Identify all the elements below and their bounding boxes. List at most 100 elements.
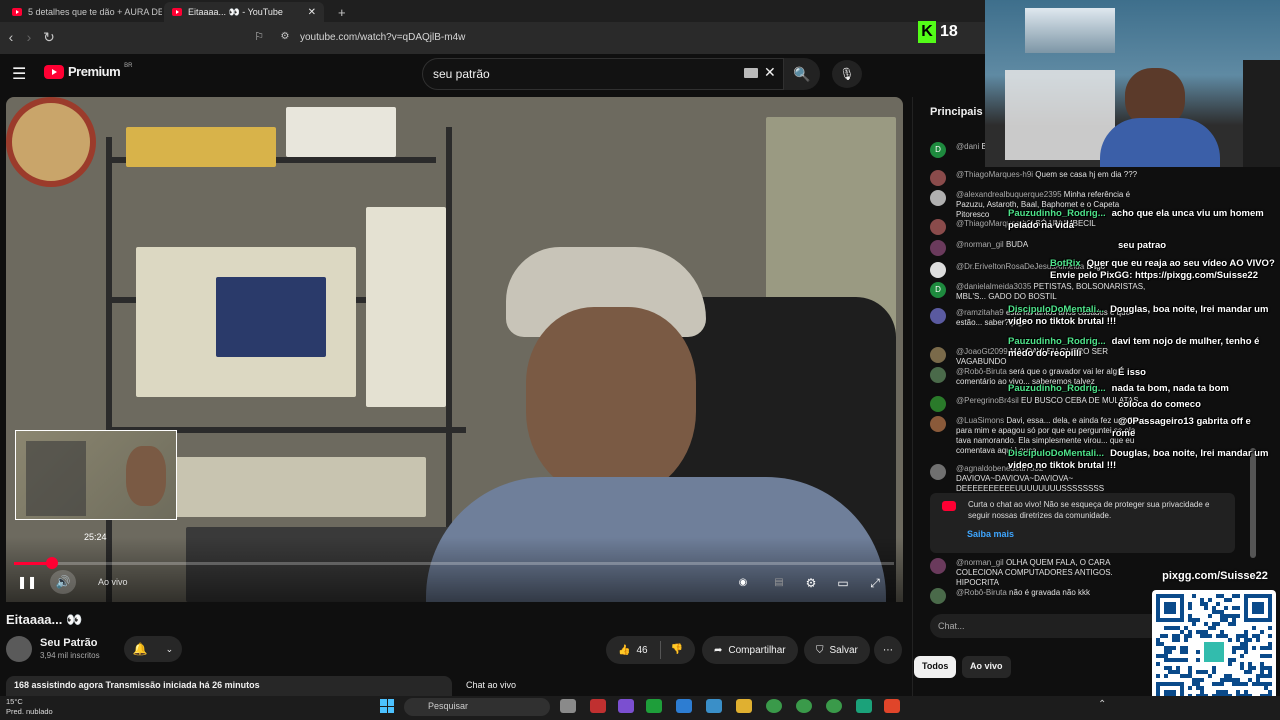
pause-icon[interactable]: ❚❚ xyxy=(14,570,40,594)
chat-author[interactable]: @alexandrealbuquerque2395 xyxy=(956,190,1062,199)
clear-search-icon[interactable]: ✕ xyxy=(764,64,776,81)
chat-author[interactable]: @LuaSimons xyxy=(956,416,1004,425)
windows-start-icon[interactable] xyxy=(380,699,394,713)
chat-avatar[interactable] xyxy=(930,219,946,235)
chat-author[interactable]: @norman_gil xyxy=(956,240,1004,249)
share-button[interactable]: ➦ Compartilhar xyxy=(702,636,798,664)
save-label: Salvar xyxy=(829,644,858,656)
chat-avatar[interactable] xyxy=(930,262,946,278)
chat-avatar[interactable] xyxy=(930,588,946,604)
live-indicator[interactable]: Ao vivo xyxy=(98,570,128,594)
chat-avatar[interactable] xyxy=(930,416,946,432)
learn-more-link[interactable]: Saiba mais xyxy=(967,529,1014,539)
tab-title: 5 detalhes que te dão + AURA DE H xyxy=(28,7,162,17)
weather-widget[interactable]: 15°C Pred. nublado xyxy=(6,697,53,717)
share-label: Compartilhar xyxy=(728,644,786,656)
fullscreen-icon[interactable]: ⤢ xyxy=(866,571,884,595)
bookmark-icon[interactable]: ⚐ xyxy=(250,28,268,46)
video-info-box[interactable]: 168 assistindo agora Transmissão iniciad… xyxy=(6,676,452,696)
chat-author[interactable]: @ThiagoMarques-h9i xyxy=(956,170,1033,179)
url-field[interactable]: youtube.com/watch?v=qDAQjlB-m4w xyxy=(290,26,890,50)
chat-author[interactable]: @ramzitaha9 xyxy=(956,308,1004,317)
chat-avatar[interactable]: D xyxy=(930,142,946,158)
chat-avatar[interactable] xyxy=(930,240,946,256)
chat-author[interactable]: @danielalmeida3035 xyxy=(956,282,1031,291)
chat-message: @Robô-Biruta não é gravada não kkk xyxy=(930,588,1150,604)
chat-avatar[interactable] xyxy=(930,464,946,480)
chat-avatar[interactable] xyxy=(930,347,946,363)
like-button[interactable]: 👍 46 👎 xyxy=(606,636,696,664)
task-view-icon[interactable] xyxy=(560,699,576,713)
chrome-profile-icon[interactable] xyxy=(826,699,842,713)
chrome-profile-icon[interactable] xyxy=(796,699,812,713)
forward-icon[interactable]: › xyxy=(20,28,38,46)
close-tab-icon[interactable]: ✕ xyxy=(308,7,316,18)
streaming-app-icon[interactable] xyxy=(856,699,872,713)
scrubber-handle[interactable] xyxy=(46,557,58,569)
store-app-icon[interactable] xyxy=(706,699,722,713)
gaming-chair xyxy=(1243,60,1280,167)
notifications-button[interactable]: 🔔 ⌄ xyxy=(124,636,182,662)
channel-name[interactable]: Seu Patrão xyxy=(40,637,97,649)
preview-figure xyxy=(126,446,166,506)
video-player[interactable]: ❚❚ 🔊 Ao vivo ◉ ▤ ⚙ ▭ ⤢ xyxy=(6,97,903,602)
chip-all[interactable]: Todos xyxy=(914,656,957,678)
chat-author[interactable]: @norman_gil xyxy=(956,558,1004,567)
media-app-icon[interactable] xyxy=(590,699,606,713)
youtube-notice-icon xyxy=(942,501,956,511)
notes-app-icon[interactable] xyxy=(676,699,692,713)
reload-icon[interactable]: ↻ xyxy=(40,28,58,46)
autoplay-icon[interactable]: ◉ xyxy=(734,571,752,595)
vpn-app-icon[interactable] xyxy=(618,699,634,713)
chrome-icon[interactable] xyxy=(766,699,782,713)
channel-avatar[interactable] xyxy=(6,636,32,662)
taskbar-search[interactable]: Pesquisar xyxy=(404,698,550,716)
chat-author[interactable]: @Robô-Biruta xyxy=(956,367,1007,376)
subtitles-icon[interactable]: ▤ xyxy=(770,571,788,595)
face xyxy=(526,307,696,497)
browser-tab-active[interactable]: Eitaaaa... 👀 - YouTube ✕ xyxy=(164,2,324,22)
overlay-chat-message: DiscipuloDoMentali... Douglas, boa noite,… xyxy=(1008,304,1276,328)
chat-avatar[interactable] xyxy=(930,396,946,412)
save-button[interactable]: ⛉ Salvar xyxy=(804,636,870,664)
voice-search-button[interactable]: 🎙 xyxy=(832,60,862,88)
theater-mode-icon[interactable]: ▭ xyxy=(834,571,852,595)
chat-author[interactable]: @dani xyxy=(956,142,979,151)
brand-label: Premium xyxy=(68,64,121,79)
chat-avatar[interactable] xyxy=(930,367,946,383)
menu-icon[interactable]: ☰ xyxy=(12,64,26,84)
chat-avatar[interactable]: D xyxy=(930,282,946,298)
chip-live[interactable]: Ao vivo xyxy=(962,656,1011,678)
chat-author[interactable]: @PeregrinoBr4sil xyxy=(956,396,1019,405)
windows-taskbar xyxy=(0,696,1280,720)
browser-tab[interactable]: 5 detalhes que te dão + AURA DE H xyxy=(4,2,162,22)
more-actions-icon[interactable]: ⋯ xyxy=(874,636,902,664)
settings-gear-icon[interactable]: ⚙ xyxy=(802,571,820,595)
chat-avatar[interactable] xyxy=(930,190,946,206)
chat-author[interactable]: @Robô-Biruta xyxy=(956,588,1007,597)
bed xyxy=(1005,70,1115,160)
chat-input[interactable]: Chat... xyxy=(930,614,1180,638)
search-button[interactable]: 🔍 xyxy=(784,58,820,90)
chat-avatar[interactable] xyxy=(930,308,946,324)
file-explorer-icon[interactable] xyxy=(736,699,752,713)
brave-browser-icon[interactable] xyxy=(884,699,900,713)
keyboard-icon[interactable] xyxy=(744,68,758,78)
chat-notice-text: Curta o chat ao vivo! Não se esqueça de … xyxy=(968,500,1210,520)
share-arrow-icon: ➦ xyxy=(714,644,723,656)
chat-message-body: @norman_gil OLHA QUEM FALA, O CARA COLEC… xyxy=(956,558,1150,588)
youtube-logo[interactable]: Premium BR xyxy=(44,63,132,79)
search-input[interactable]: seu patrão xyxy=(422,58,784,90)
volume-icon[interactable]: 🔊 xyxy=(50,570,76,594)
pix-link-title: pixgg.com/Suisse22 xyxy=(1162,570,1268,582)
tray-chevron-up-icon[interactable]: ⌃ xyxy=(1098,699,1106,710)
new-tab-button[interactable]: + xyxy=(330,2,350,22)
xbox-icon[interactable] xyxy=(646,699,662,713)
progress-bar[interactable] xyxy=(14,562,894,565)
chat-avatar[interactable] xyxy=(930,170,946,186)
back-icon[interactable]: ‹ xyxy=(2,28,20,46)
chat-avatar[interactable] xyxy=(930,558,946,574)
thumbs-down-icon[interactable]: 👎 xyxy=(659,641,683,659)
chat-notice: Curta o chat ao vivo! Não se esqueça de … xyxy=(930,493,1235,553)
chat-author[interactable]: @JoaoGt2099 xyxy=(956,347,1008,356)
